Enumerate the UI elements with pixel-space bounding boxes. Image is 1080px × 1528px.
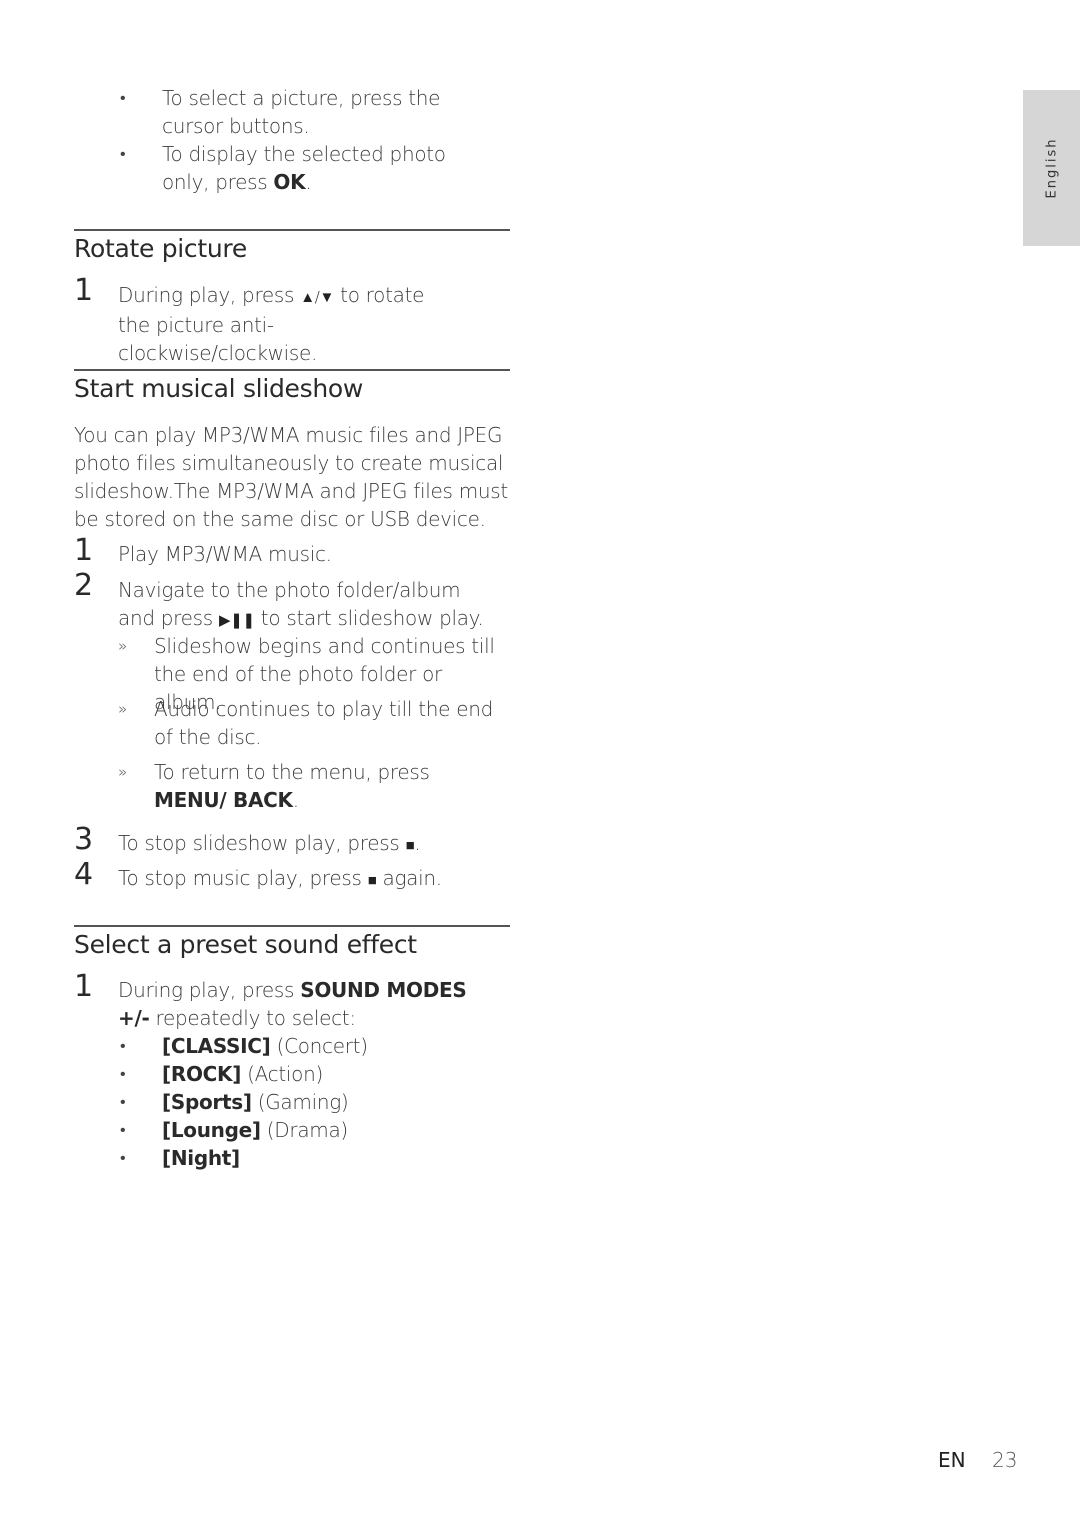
up-down-arrow-icon: ▲/▼ <box>300 288 335 306</box>
play-pause-icon: ▶❚❚ <box>218 611 255 629</box>
step-text: To stop music play, press ■ again. <box>118 866 442 890</box>
result-text: To return to the menu, press MENU/ BACK. <box>154 760 430 812</box>
sound-mode-option: [Lounge] (Drama) <box>162 1118 348 1142</box>
step-number: 1 <box>74 969 94 1004</box>
step-number: 2 <box>74 568 94 603</box>
result-marker-icon: » <box>118 637 127 655</box>
sound-mode-option: [ROCK] (Action) <box>162 1062 323 1086</box>
step-number: 4 <box>74 857 94 892</box>
section-divider <box>74 369 510 371</box>
step-text: Play MP3/WMA music. <box>118 542 332 566</box>
result-marker-icon: » <box>118 700 127 718</box>
step-text: Navigate to the photo folder/album and p… <box>118 578 484 630</box>
section-divider <box>74 925 510 927</box>
section-title-slideshow: Start musical slideshow <box>74 374 364 403</box>
bullet-text: To select a picture, press the cursor bu… <box>162 86 441 138</box>
bullet-icon: • <box>120 1120 126 1139</box>
sound-mode-option: [Night] <box>162 1146 240 1170</box>
step-number: 1 <box>74 273 94 308</box>
bullet-icon: • <box>120 1036 126 1055</box>
step-number: 3 <box>74 822 94 857</box>
step-text: During play, press ▲/▼ to rotate the pic… <box>118 283 425 365</box>
page-number: 23 <box>992 1448 1018 1472</box>
language-label: English <box>1044 137 1059 199</box>
bullet-text: To display the selected photo only, pres… <box>162 142 446 194</box>
step-text: To stop slideshow play, press ■. <box>118 831 421 855</box>
step-number: 1 <box>74 533 94 568</box>
bullet-icon: • <box>120 144 126 163</box>
language-tab: English <box>1023 90 1080 246</box>
section-title-rotate: Rotate picture <box>74 234 247 263</box>
bullet-icon: • <box>120 1064 126 1083</box>
section-divider <box>74 229 510 231</box>
bullet-icon: • <box>120 1148 126 1167</box>
result-marker-icon: » <box>118 763 127 781</box>
bullet-icon: • <box>120 1092 126 1111</box>
sound-mode-option: [CLASSIC] (Concert) <box>162 1034 368 1058</box>
section-title-sound: Select a preset sound effect <box>74 930 417 959</box>
footer-language-code: EN <box>938 1448 966 1472</box>
result-text: Audio continues to play till the end of … <box>154 697 494 749</box>
section-intro: You can play MP3/WMA music files and JPE… <box>74 423 508 531</box>
step-text: During play, press SOUND MODES +/- repea… <box>118 978 467 1030</box>
sound-mode-option: [Sports] (Gaming) <box>162 1090 349 1114</box>
bullet-icon: • <box>120 88 126 107</box>
